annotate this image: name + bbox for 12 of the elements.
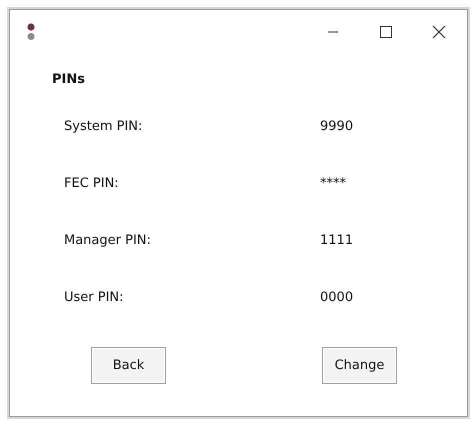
pin-label: FEC PIN:	[64, 176, 120, 191]
pin-value: 9990	[320, 119, 354, 134]
change-button[interactable]: Change	[322, 347, 397, 384]
app-icon	[27, 23, 35, 41]
pin-label: User PIN:	[64, 290, 125, 305]
pin-label: Manager PIN:	[64, 233, 152, 248]
pin-value: 0000	[320, 290, 354, 305]
pin-value: 1111	[320, 233, 354, 248]
pin-label: System PIN:	[64, 119, 144, 134]
section-heading: PINs	[52, 72, 86, 87]
pin-value: ****	[320, 176, 346, 191]
back-button[interactable]: Back	[91, 347, 166, 384]
